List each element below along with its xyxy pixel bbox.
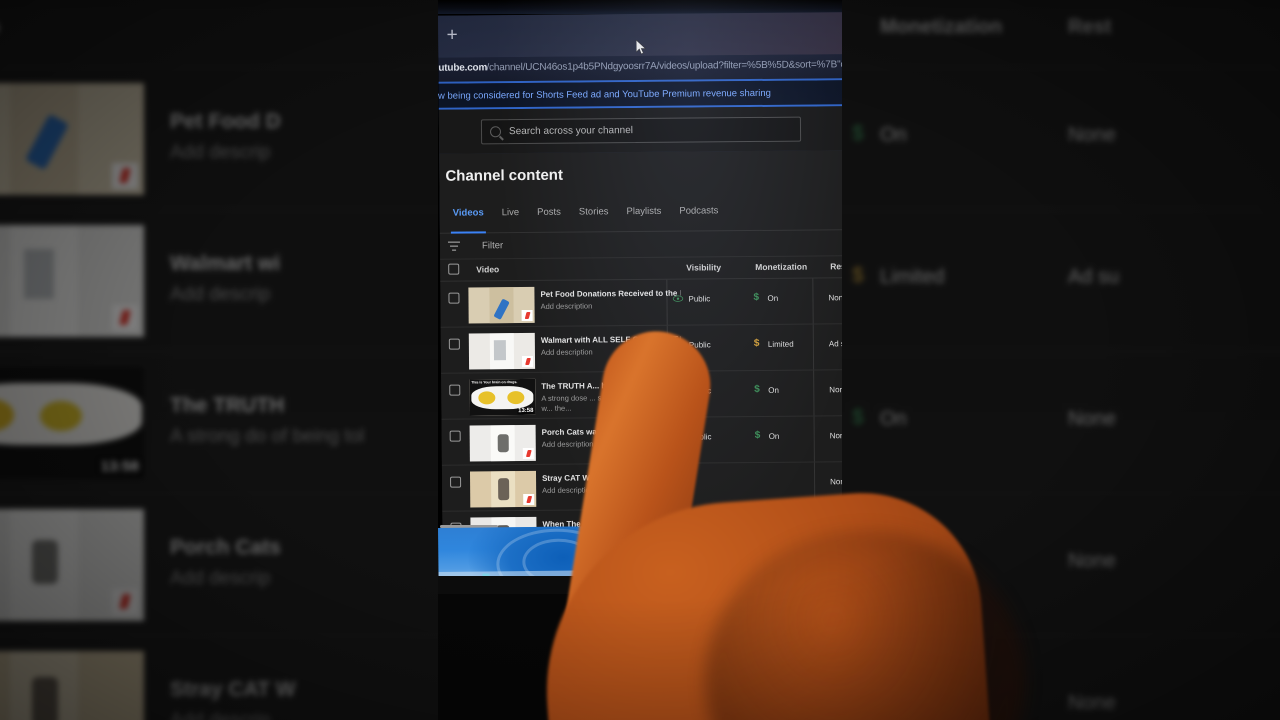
backdrop-restrictions-value: Ad su bbox=[1068, 266, 1120, 288]
filter-bar[interactable]: Filter bbox=[439, 230, 842, 260]
url-host-text: outube.com bbox=[438, 62, 488, 74]
shorts-badge-icon bbox=[112, 304, 138, 331]
backdrop-video-title: Porch Cats bbox=[170, 536, 281, 559]
backdrop-thumbnail bbox=[0, 224, 144, 337]
column-header-video: Video bbox=[476, 264, 500, 275]
backdrop-thumbnail bbox=[0, 508, 144, 621]
photo-of-laptop-screen: Video ility Monetization Rest Pet Food D… bbox=[0, 0, 1280, 720]
shorts-badge-icon bbox=[112, 162, 138, 189]
tab-videos[interactable]: Videos bbox=[444, 207, 493, 232]
shorts-badge-icon bbox=[521, 355, 534, 368]
shorts-badge-icon bbox=[521, 309, 533, 322]
shorts-badge-icon bbox=[112, 588, 138, 615]
visibility-value: Public bbox=[688, 294, 711, 304]
search-placeholder: Search across your channel bbox=[508, 124, 634, 137]
tab-live[interactable]: Live bbox=[493, 207, 529, 232]
search-input[interactable]: Search across your channel bbox=[480, 116, 802, 144]
tab-stories[interactable]: Stories bbox=[570, 206, 618, 231]
select-all-checkbox[interactable] bbox=[448, 263, 460, 275]
backdrop-video-description: Add descrip bbox=[170, 568, 271, 589]
column-header-visibility: Visibility bbox=[686, 262, 722, 273]
page-title: Channel content bbox=[445, 166, 563, 185]
address-bar[interactable]: outube.com /channel/UCN46os1p4b5PNdgyoos… bbox=[438, 54, 842, 84]
backdrop-video-description: Add descrip bbox=[170, 142, 271, 163]
content-type-tabs: Videos Live Posts Stories Playlists Podc… bbox=[439, 204, 842, 234]
video-duration: 13:58 bbox=[517, 407, 535, 415]
row-checkbox[interactable] bbox=[449, 384, 461, 396]
backdrop-video-title: The TRUTH bbox=[170, 394, 285, 417]
backdrop-monetization-value: Limited bbox=[880, 266, 945, 288]
backdrop-video-title: Stray CAT W bbox=[170, 678, 296, 701]
backdrop-video-title: Pet Food D bbox=[170, 110, 281, 133]
backdrop-video-title: Walmart wi bbox=[170, 252, 281, 275]
backdrop-video-description: Add descrip bbox=[170, 284, 271, 305]
backdrop-column-monetization: Monetization bbox=[880, 16, 1003, 38]
monetization-dollar-icon: $ bbox=[852, 122, 864, 145]
table-row[interactable]: Pet Food Donations Received to the P... … bbox=[440, 278, 842, 328]
restrictions-value: None bbox=[828, 293, 842, 303]
visibility-eye-icon bbox=[672, 295, 684, 302]
backdrop-column-restrictions: Rest bbox=[1068, 16, 1112, 38]
column-header-monetization: Monetization bbox=[755, 261, 808, 273]
url-path-text: /channel/UCN46os1p4b5PNdgyoosrr7A/videos… bbox=[486, 58, 842, 74]
thumbnail-caption-text: This is Your brain on drugs. bbox=[471, 380, 518, 385]
studio-search-area: Search across your channel bbox=[438, 106, 842, 154]
row-checkbox[interactable] bbox=[449, 430, 461, 442]
new-tab-button[interactable]: + bbox=[442, 25, 462, 46]
promo-notice-banner[interactable]: ow being considered for Shorts Feed ad a… bbox=[438, 80, 842, 110]
tab-posts[interactable]: Posts bbox=[528, 207, 570, 232]
backdrop-thumbnail bbox=[0, 82, 144, 195]
pointing-hand bbox=[534, 323, 1025, 720]
browser-tab-strip: + bbox=[438, 12, 842, 58]
tab-playlists[interactable]: Playlists bbox=[617, 206, 670, 231]
monetization-dollar-icon: $ bbox=[852, 264, 864, 287]
video-description[interactable]: Add description bbox=[541, 301, 681, 312]
shorts-badge-icon bbox=[523, 493, 535, 506]
search-icon bbox=[489, 125, 502, 137]
column-header-restrictions: Rest bbox=[830, 261, 842, 272]
video-thumbnail[interactable] bbox=[468, 286, 535, 324]
backdrop-monetization-value: On bbox=[880, 124, 907, 146]
monetization-value: On bbox=[767, 293, 779, 303]
video-title[interactable]: Pet Food Donations Received to the P... bbox=[540, 289, 680, 299]
row-checkbox[interactable] bbox=[448, 292, 460, 304]
backdrop-thumbnail: 13:58 bbox=[0, 366, 144, 479]
filter-label: Filter bbox=[481, 240, 504, 252]
filter-icon bbox=[447, 241, 460, 252]
tab-podcasts[interactable]: Podcasts bbox=[670, 205, 727, 230]
shorts-badge-icon bbox=[522, 447, 534, 460]
backdrop-thumbnail bbox=[0, 650, 144, 720]
backdrop-restrictions-value: None bbox=[1068, 124, 1116, 146]
mouse-cursor-icon bbox=[636, 39, 647, 55]
backdrop-restrictions-value: None bbox=[1068, 550, 1116, 572]
video-thumbnail[interactable] bbox=[469, 470, 537, 508]
backdrop-restrictions-value: None bbox=[1068, 692, 1116, 714]
row-checkbox[interactable] bbox=[448, 338, 460, 350]
video-thumbnail[interactable] bbox=[468, 332, 536, 370]
video-thumbnail[interactable] bbox=[469, 424, 536, 462]
backdrop-video-description: Add descrip bbox=[170, 710, 270, 720]
promo-notice-text: ow being considered for Shorts Feed ad a… bbox=[438, 87, 771, 102]
row-checkbox[interactable] bbox=[450, 476, 462, 488]
backdrop-restrictions-value: None bbox=[1068, 408, 1116, 430]
video-thumbnail[interactable]: This is Your brain on drugs. 13:58 bbox=[469, 378, 536, 416]
backdrop-video-description: A strong do of being tol bbox=[170, 426, 365, 447]
monetization-dollar-icon: $ bbox=[753, 291, 760, 304]
